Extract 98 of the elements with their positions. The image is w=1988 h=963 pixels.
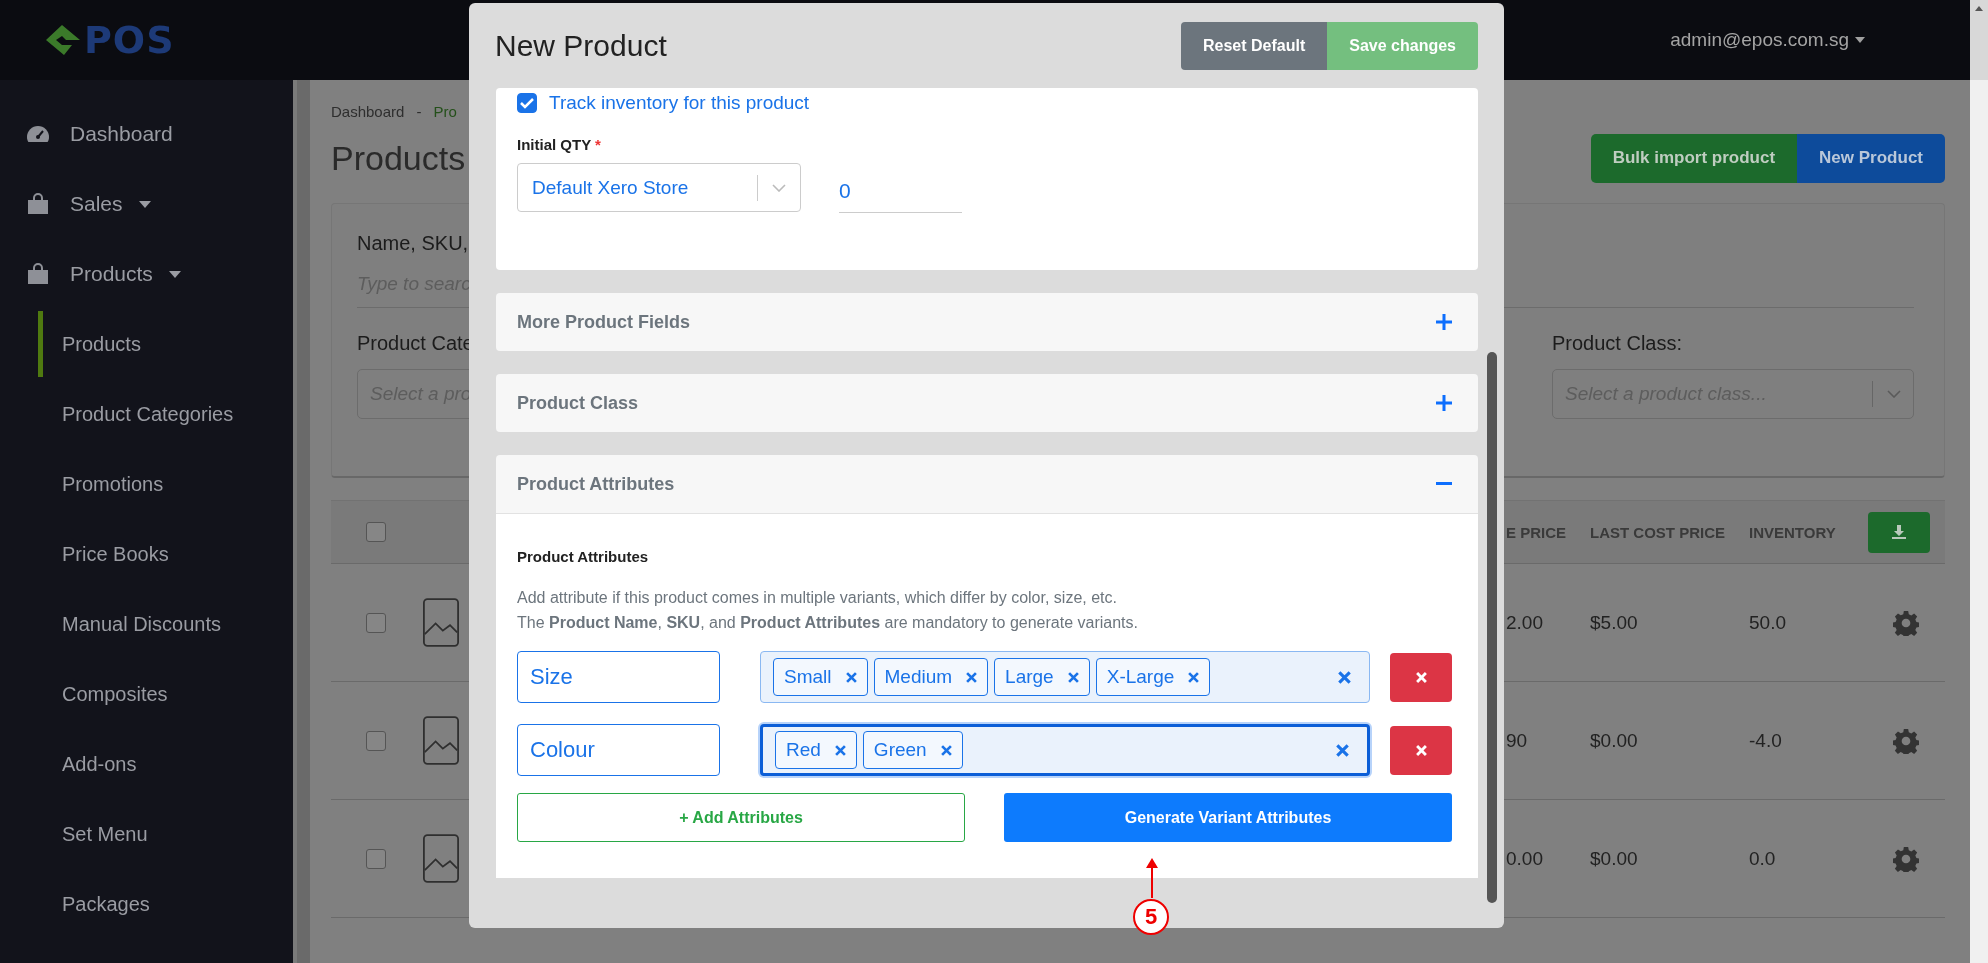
clear-icon[interactable] [1336,743,1349,757]
checkbox[interactable] [366,848,386,869]
value-tag[interactable]: Medium [873,658,989,696]
modal-button[interactable]: Reset Default [1181,21,1328,70]
gauge-icon [26,124,50,144]
table-cell-text: $0.00 [1590,847,1639,870]
page-title: Products [331,138,466,178]
checkbox[interactable] [366,612,386,633]
close-icon[interactable] [966,671,978,683]
settings-icon[interactable] [1893,845,1919,872]
chevron-down-icon [772,183,786,192]
modal-button[interactable]: Save changes [1327,21,1478,70]
table-cell-text: 0.0 [1749,847,1777,870]
table-cell-text: 0.00 [1506,847,1544,870]
add-attributes-button[interactable]: + Add Attributes [517,793,965,842]
value-tag[interactable]: X-Large [1095,658,1211,696]
sidebar-subitem[interactable]: Set Menu [0,799,293,869]
close-icon[interactable] [845,671,857,683]
minus-icon [1436,482,1452,486]
clear-icon[interactable] [1338,670,1351,684]
close-icon[interactable] [1188,671,1200,683]
generate-variants-button[interactable]: Generate Variant Attributes [1004,793,1452,842]
bag-icon [26,263,50,285]
description-text: Add attribute if this product comes in multiple variants, which differ by color, size, etc. [517,588,1118,608]
caret-icon [138,200,151,208]
download-button[interactable] [1868,511,1930,553]
checkbox[interactable] [366,522,386,542]
sidebar-subitem[interactable]: Manual Discounts [0,589,293,659]
plus-icon [1436,314,1452,330]
column-header[interactable]: E PRICE [1506,523,1590,541]
column-header[interactable]: INVENTORY [1749,523,1868,541]
table-cell-text: 2.00 [1506,611,1544,634]
sidebar-subitem[interactable]: Promotions [0,449,293,519]
close-icon [1415,744,1427,756]
accordion-header[interactable]: More Product Fields [496,293,1478,351]
breadcrumb-item[interactable]: Dashboard [331,102,405,120]
checkbox[interactable] [517,93,537,113]
breadcrumb-item: Pro [433,102,457,120]
sidebar-item[interactable]: Sales [0,169,293,239]
sidebar-subitem[interactable]: Price Books [0,519,293,589]
accordion-header[interactable]: Product Class [496,374,1478,432]
sidebar-subitem[interactable]: Composites [0,659,293,729]
field-label: Initial QTY [517,136,591,153]
sidebar-subitem[interactable]: Products [0,309,293,379]
sidebar-item[interactable]: Dashboard [0,99,293,169]
search-label: Name, SKU, [357,232,470,255]
settings-icon[interactable] [1893,727,1919,754]
close-icon[interactable] [834,744,846,756]
table-cell-text: 50.0 [1749,611,1787,634]
image-placeholder-icon [423,716,459,765]
action-button[interactable]: Bulk import product [1590,133,1798,183]
column-header[interactable]: LAST COST PRICE [1590,523,1749,541]
value-tag[interactable]: Large [994,658,1090,696]
plus-icon [1436,395,1452,411]
caret-icon [168,270,181,278]
checkbox-label: Track inventory for this product [549,92,810,114]
close-icon [1415,671,1427,683]
table-cell-text: -4.0 [1749,729,1783,752]
value-tag[interactable]: Green [862,731,963,769]
store-select[interactable]: Default Xero Store [517,163,801,212]
image-placeholder-icon [423,598,459,647]
logo-text: POS [84,18,175,62]
close-icon[interactable] [940,744,952,756]
annotation-arrow [1145,858,1159,898]
value-tag[interactable]: Red [775,731,857,769]
bag-icon [26,193,50,215]
attribute-name-field[interactable]: Size [517,651,720,703]
description-text: The Product Name, SKU, and Product Attributes are mandatory to generate variants. [517,613,1139,633]
attribute-values-field[interactable]: Small Medium Large X-Large [760,651,1370,703]
class-label: Product Class: [1552,332,1684,355]
close-icon[interactable] [1067,671,1079,683]
caret-icon [1855,37,1865,43]
required-mark: * [595,136,601,153]
sidebar-subitem[interactable]: Packages [0,869,293,939]
breadcrumb-item: - [416,102,422,120]
quantity-field[interactable]: 0 [839,169,962,213]
delete-button[interactable] [1390,725,1452,775]
user-menu[interactable]: admin@epos.com.sg [1670,29,1865,51]
arrow-up-icon[interactable] [1975,6,1983,11]
sidebar-item[interactable]: Products [0,239,293,309]
attribute-name-field[interactable]: Colour [517,724,720,776]
settings-icon[interactable] [1893,609,1919,636]
section-heading: Product Attributes [517,548,650,565]
sidebar-subitem[interactable]: Add-ons [0,729,293,799]
image-placeholder-icon [423,834,459,883]
sidebar-subitem[interactable]: Product Categories [0,379,293,449]
attribute-values-field[interactable]: Red Green [760,724,1370,776]
table-cell-text: $0.00 [1590,729,1639,752]
value-tag[interactable]: Small [773,658,868,696]
delete-button[interactable] [1390,652,1452,702]
checkbox[interactable] [366,730,386,751]
accordion-header[interactable]: Product Attributes [496,455,1478,513]
chevron-down-icon [1887,390,1901,398]
table-cell-text: 90 [1506,729,1529,752]
action-button[interactable]: New Product [1797,133,1945,183]
download-icon [1892,525,1906,539]
modal-title: New Product [495,28,667,63]
table-cell-text: $5.00 [1590,611,1639,634]
